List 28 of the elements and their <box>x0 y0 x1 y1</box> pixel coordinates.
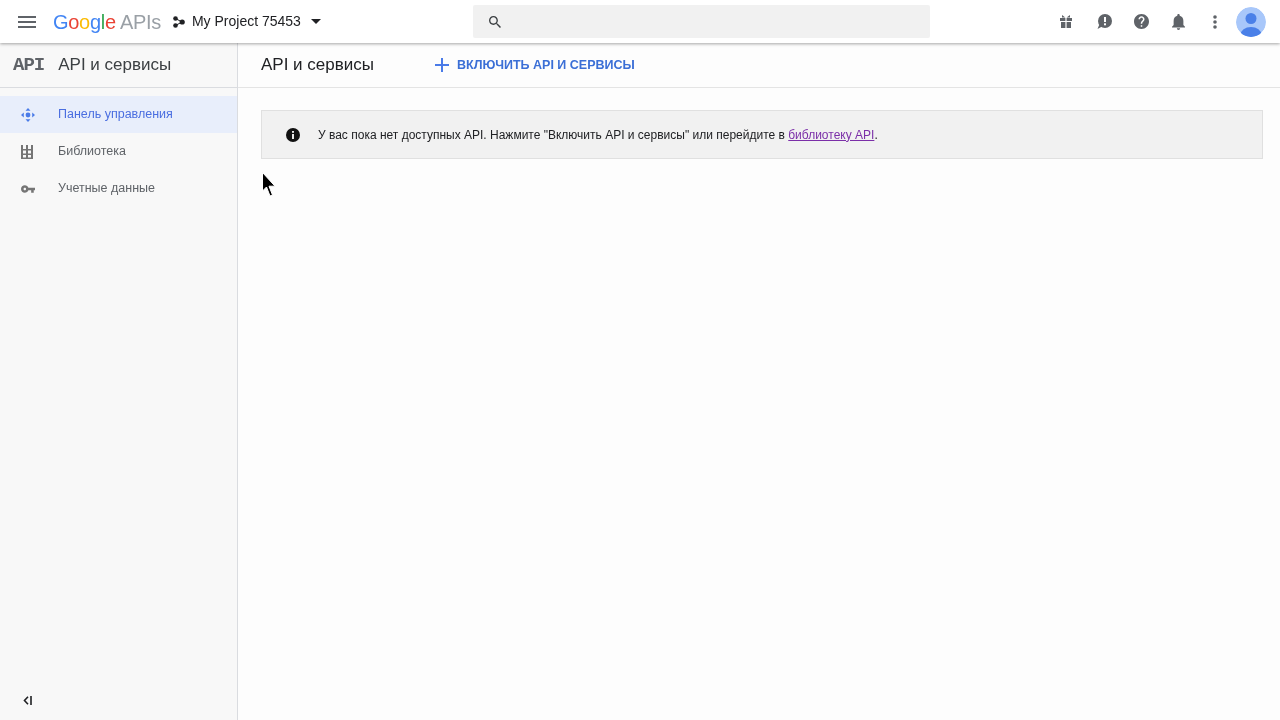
sidebar-item[interactable]: Библиотека <box>0 133 237 170</box>
collapse-sidebar-icon[interactable] <box>23 695 32 705</box>
project-selector[interactable]: My Project 75453 <box>172 6 321 37</box>
google-apis-logo[interactable]: Google APIs <box>53 11 161 32</box>
product-logo: API <box>13 55 45 75</box>
key-icon <box>21 184 35 193</box>
help-icon[interactable] <box>1134 14 1149 29</box>
info-icon <box>286 127 300 142</box>
plus-icon <box>435 58 449 72</box>
project-nodes-icon <box>172 15 185 28</box>
dashboard-icon <box>21 107 35 122</box>
notice-text: У вас пока нет доступных API. Нажмите "Включить API и сервисы" или перейдите в библиотеку API. <box>318 126 878 144</box>
search-icon <box>488 15 501 28</box>
notifications-icon[interactable] <box>1172 13 1185 30</box>
page-title: API и сервисы <box>261 54 374 77</box>
account-avatar-icon[interactable] <box>1236 6 1266 37</box>
enable-apis-button[interactable]: ВКЛЮЧИТЬ API И СЕРВИСЫ <box>433 49 637 81</box>
sidebar-item[interactable]: Учетные данные <box>0 170 237 207</box>
sidebar-title: API и сервисы <box>58 54 172 77</box>
mouse-cursor-icon <box>262 172 276 197</box>
more-options-icon[interactable] <box>1213 14 1217 29</box>
caret-icon <box>310 19 321 24</box>
search-field[interactable] <box>472 5 930 38</box>
feedback-icon[interactable] <box>1097 14 1112 29</box>
sidebar-item[interactable]: Панель управления <box>0 96 237 133</box>
menu-icon[interactable] <box>18 15 36 28</box>
library-icon <box>21 144 33 159</box>
gift-icon[interactable] <box>1060 15 1072 28</box>
